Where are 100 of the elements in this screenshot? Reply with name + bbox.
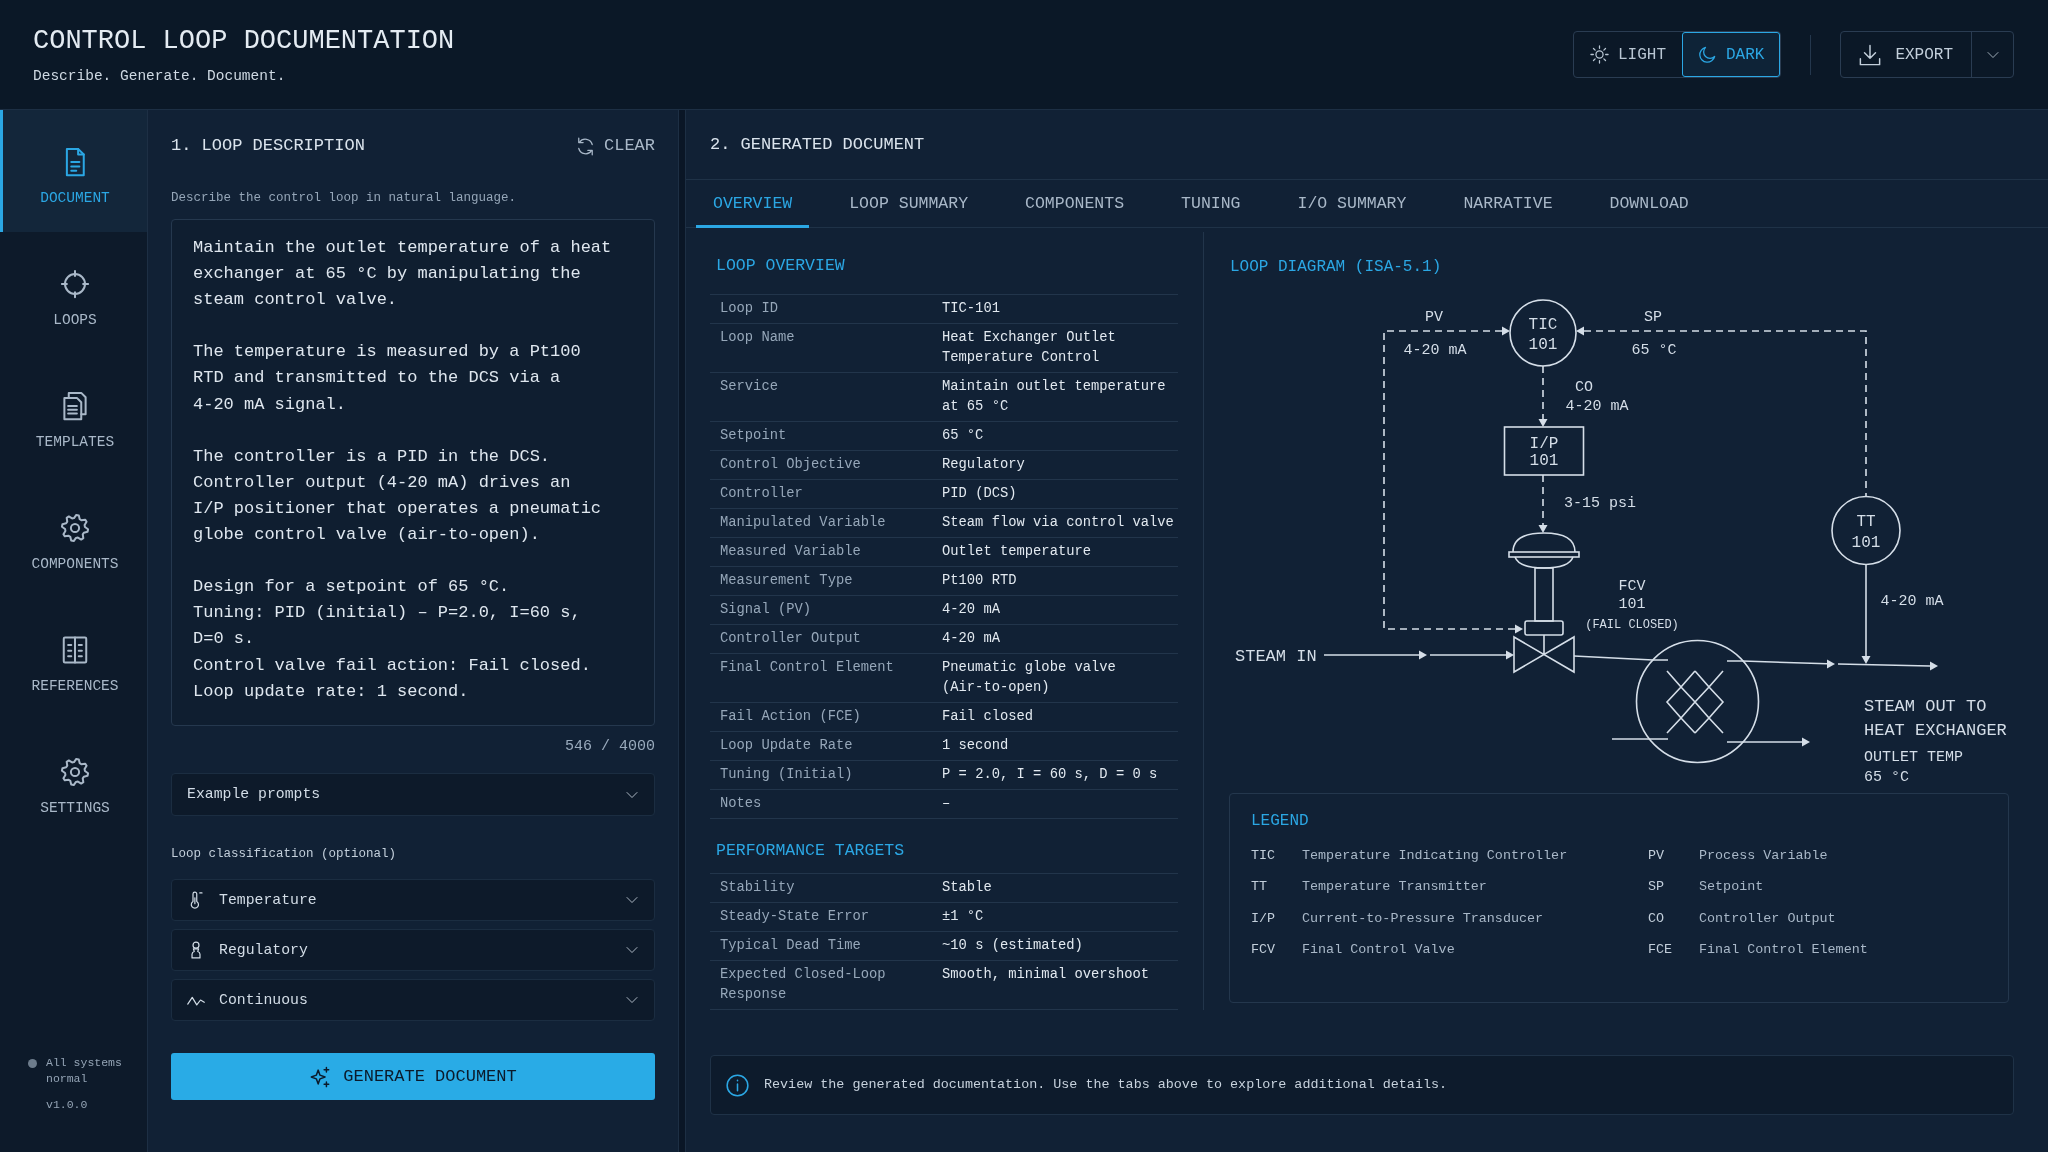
character-counter: 546 / 4000 [564, 738, 655, 756]
legend-description: Final Control Valve [1302, 940, 1455, 959]
row-value: – [942, 789, 1178, 819]
row-value: Steam flow via control valve [942, 508, 1178, 538]
legend-description: Temperature Indicating Controller [1302, 847, 1568, 865]
signal-value: 3-15 psi [1564, 495, 1636, 512]
row-label: Manipulated Variable [710, 508, 942, 538]
legend-description: Temperature Transmitter [1302, 878, 1487, 897]
legend-abbreviation: I/P [1251, 909, 1277, 928]
target-icon [60, 269, 90, 299]
row-value: Fail closed [942, 702, 1178, 732]
process-line [1611, 738, 1650, 740]
tab[interactable]: DOWNLOAD [1592, 180, 1706, 228]
row-label: Control Objective [710, 450, 942, 480]
row-label: Tuning (Initial) [710, 760, 942, 790]
row-label: Loop ID [710, 294, 942, 324]
valve-tag: FCV 101 [1618, 578, 1646, 613]
legend-abbreviation: TIC [1251, 847, 1277, 865]
version-label: v1.0.0 [46, 1097, 89, 1113]
sidebar-item[interactable]: LOOPS [0, 232, 147, 354]
sidebar-item[interactable]: TEMPLATES [0, 354, 147, 476]
tab[interactable]: LOOP SUMMARY [832, 180, 986, 228]
signal-line [1538, 474, 1548, 533]
signal-label: SP [1644, 309, 1662, 326]
gear-icon [60, 757, 90, 787]
legend-description: Final Control Element [1699, 940, 1868, 959]
row-value: Outlet temperature [942, 537, 1178, 567]
clear-button[interactable]: CLEAR [576, 133, 655, 159]
valve-fail-action: (FAIL CLOSED) [1585, 618, 1679, 632]
description-textarea[interactable]: Maintain the outlet temperature of a heat exchanger at 65 °C by manipulating the steam control valve. The temperature is measured by a Pt100 RTD and transmitted to the DCS via a 4-20 mA signal. The controller is a PID in the DCS. Controller output (4-20 mA) drives an I/P positioner that operates a pneumatic globe control valve (air-to-open). Design for a setpoint of 65 °C. Tuning: PID (initial) – P=2.0, I=60 s, D=0 s. Control valve fail action: Fail closed. Loop update rate: 1 second. [171, 219, 655, 726]
refresh-icon [576, 136, 595, 156]
legend-abbreviation: TT [1251, 878, 1269, 897]
status-dot-icon [28, 1059, 37, 1068]
row-label: Controller Output [710, 624, 942, 654]
row-value: 4-20 mA [942, 595, 1178, 625]
theme-toggle-button[interactable]: LIGHT [1573, 32, 1682, 77]
tab[interactable]: NARRATIVE [1446, 180, 1570, 228]
row-label: Signal (PV) [710, 595, 942, 625]
gear-icon [60, 513, 90, 543]
tab[interactable]: I/O SUMMARY [1280, 180, 1424, 228]
row-label: Stability [710, 873, 942, 903]
row-value: ±1 °C [942, 902, 1178, 932]
tab[interactable]: OVERVIEW [696, 180, 810, 228]
row-value: Pt100 RTD [942, 566, 1178, 596]
classification-select[interactable]: Regulatory [171, 929, 655, 971]
chevron-down-icon [626, 894, 638, 906]
example-prompts-dropdown[interactable]: Example prompts [171, 773, 655, 816]
row-value: Smooth, minimal overshoot [942, 960, 1178, 1010]
measurement-label: OUTLET TEMP 65 °C [1864, 749, 1964, 786]
chevron-down-icon [626, 944, 638, 956]
diagram-title: LOOP DIAGRAM (ISA-5.1) [1230, 257, 1443, 278]
row-value: Pneumatic globe valve (Air-to-open) [942, 653, 1178, 703]
classification-select[interactable]: Continuous [171, 979, 655, 1021]
signal-value: 4-20 mA [1880, 593, 1944, 610]
sidebar-item[interactable]: SETTINGS [0, 720, 147, 842]
tab[interactable]: COMPONENTS [1008, 180, 1142, 228]
row-value: Regulatory [942, 450, 1178, 480]
signal-label: CO [1575, 379, 1593, 396]
sidebar-item[interactable]: REFERENCES [0, 598, 147, 720]
sparkle-icon [309, 1065, 332, 1088]
row-label: Final Control Element [710, 653, 942, 703]
row-value: P = 2.0, I = 60 s, D = 0 s [942, 760, 1178, 790]
theme-toggle-button[interactable]: DARK [1682, 32, 1781, 77]
signal-value: 4-20 mA [1403, 342, 1467, 359]
row-label: Loop Name [710, 323, 942, 373]
info-icon [726, 1073, 749, 1097]
panel-title: 1. LOOP DESCRIPTION [171, 135, 365, 157]
moon-icon [1698, 45, 1717, 64]
row-value: PID (DCS) [942, 479, 1178, 509]
legend-description: Setpoint [1699, 878, 1764, 897]
sidebar-item[interactable]: COMPONENTS [0, 476, 147, 598]
legend-description: Controller Output [1699, 909, 1836, 928]
row-label: Controller [710, 479, 942, 509]
transducer-block: I/P 101 [1503, 426, 1585, 476]
download-icon [1859, 43, 1882, 66]
tab[interactable]: TUNING [1164, 180, 1258, 228]
instrument-bubble: TIC 101 [1509, 299, 1577, 367]
legend-description: Current-to-Pressure Transducer [1302, 909, 1544, 928]
row-value: Stable [942, 873, 1178, 903]
info-text: Review the generated documentation. Use the tabs above to explore additional details. [764, 1075, 1448, 1094]
signal-value: 65 °C [1631, 342, 1677, 359]
classification-label: Loop classification (optional) [171, 846, 398, 862]
process-label: STEAM OUT TO HEAT EXCHANGER [1864, 697, 2007, 740]
app-subtitle: Describe. Generate. Document. [33, 66, 287, 85]
legend-title: LEGEND [1251, 811, 1310, 832]
process-label: STEAM IN [1235, 647, 1317, 666]
row-value: 4-20 mA [942, 624, 1178, 654]
row-label: Typical Dead Time [710, 931, 942, 961]
generate-button[interactable]: GENERATE DOCUMENT [171, 1053, 655, 1100]
classification-select[interactable]: Temperature [171, 879, 655, 921]
row-label: Steady-State Error [710, 902, 942, 932]
row-value: ~10 s (estimated) [942, 931, 1178, 961]
row-label: Expected Closed-Loop Response [710, 960, 942, 1010]
section-title: LOOP OVERVIEW [716, 255, 846, 277]
row-value: Maintain outlet temperature at 65 °C [942, 372, 1178, 422]
panel-title: 2. GENERATED DOCUMENT [710, 133, 925, 156]
legend-abbreviation: SP [1648, 878, 1666, 897]
row-label: Measurement Type [710, 566, 942, 596]
sidebar-item[interactable]: DOCUMENT [0, 110, 147, 232]
legend-description: Process Variable [1699, 847, 1828, 865]
